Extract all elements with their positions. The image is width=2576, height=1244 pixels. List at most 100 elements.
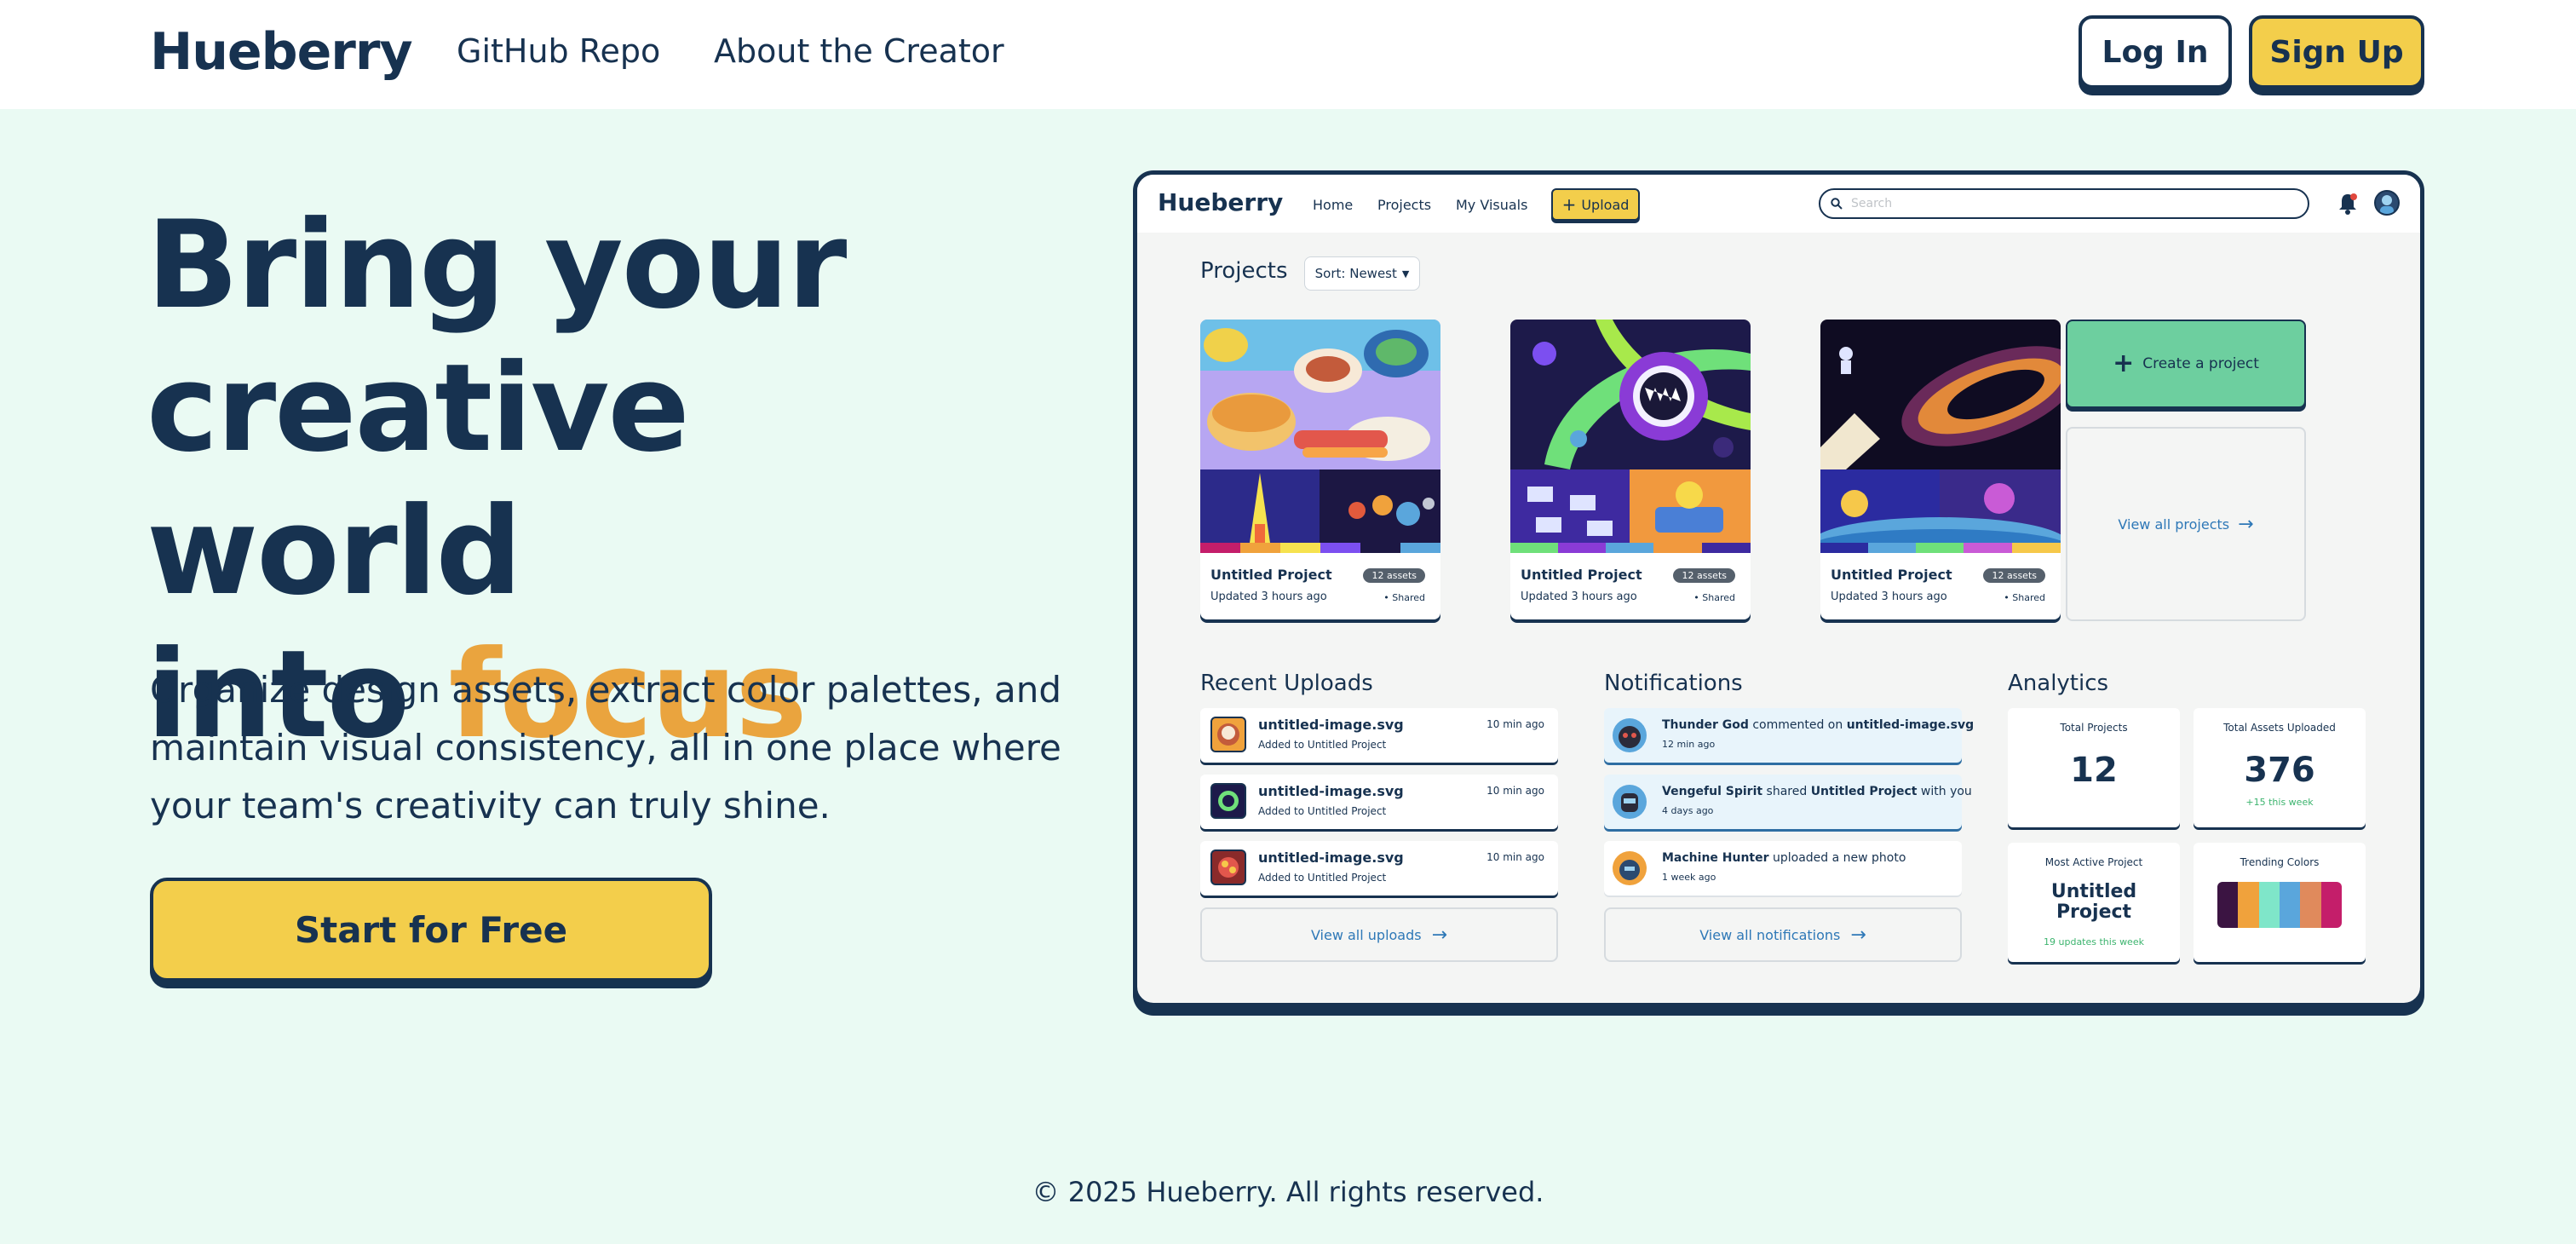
projects-heading: Projects (1200, 258, 1288, 284)
top-navbar: Hueberry GitHub Repo About the Creator L… (0, 0, 2576, 109)
user-avatar (1613, 718, 1647, 752)
shared-status: • Shared (1383, 592, 1425, 603)
upload-item[interactable]: untitled-image.svg Added to Untitled Pro… (1200, 775, 1558, 829)
color-swatch[interactable] (2258, 882, 2280, 928)
notification-suffix: with you (1917, 785, 1972, 798)
stat-value: 12 (2070, 751, 2118, 790)
app-nav-projects[interactable]: Projects (1377, 197, 1431, 213)
notification-item[interactable]: Machine Hunter uploaded a new photo 1 we… (1604, 841, 1962, 896)
trending-color-swatches (2217, 882, 2342, 928)
bell-icon[interactable] (2337, 192, 2359, 216)
project-card[interactable]: Untitled Project Updated 3 hours ago 12 … (1820, 320, 2061, 619)
app-search-input[interactable] (1849, 196, 2279, 211)
view-all-projects-link[interactable]: View all projects → (2066, 427, 2306, 621)
project-updated: Updated 3 hours ago (1521, 590, 1637, 603)
plus-icon: + (2113, 348, 2135, 378)
project-card[interactable]: Untitled Project Updated 3 hours ago 12 … (1200, 320, 1440, 619)
upload-item[interactable]: untitled-image.svg Added to Untitled Pro… (1200, 841, 1558, 896)
color-swatch[interactable] (2217, 882, 2239, 928)
color-swatch[interactable] (2300, 882, 2321, 928)
project-title: Untitled Project (1831, 567, 1952, 583)
project-updated: Updated 3 hours ago (1831, 590, 1947, 603)
stat-value: 376 (2244, 751, 2315, 790)
notification-target: untitled-image.svg (1846, 718, 1975, 732)
color-swatch[interactable] (2279, 882, 2301, 928)
recent-uploads-heading: Recent Uploads (1200, 671, 1373, 696)
notification-time: 1 week ago (1662, 872, 1716, 883)
color-swatch[interactable] (2320, 882, 2342, 928)
stat-card-trending-colors: Trending Colors (2194, 843, 2366, 962)
footer-copyright: © 2025 Hueberry. All rights reserved. (1032, 1176, 1544, 1208)
shared-status: • Shared (2004, 592, 2045, 603)
asset-count-badge: 12 assets (1983, 568, 2045, 583)
upload-filename: untitled-image.svg (1258, 717, 1404, 733)
app-brand[interactable]: Hueberry (1158, 188, 1283, 216)
view-all-notifications-button[interactable]: View all notifications → (1604, 907, 1962, 962)
view-all-uploads-button[interactable]: View all uploads → (1200, 907, 1558, 962)
app-search-box[interactable] (1819, 188, 2309, 219)
arrow-right-icon: → (1850, 924, 1866, 946)
asset-count-badge: 12 assets (1673, 568, 1735, 583)
signup-button[interactable]: Sign Up (2249, 15, 2424, 89)
notification-user: Vengeful Spirit (1662, 785, 1763, 798)
color-swatch[interactable] (2238, 882, 2259, 928)
stat-card-total-assets: Total Assets Uploaded 376 +15 this week (2194, 708, 2366, 827)
upload-thumbnail (1210, 783, 1246, 819)
notification-action: uploaded a new photo (1768, 851, 1906, 865)
view-all-projects-label: View all projects (2118, 515, 2230, 533)
nav-link-about[interactable]: About the Creator (714, 32, 1004, 70)
stat-card-total-projects: Total Projects 12 (2008, 708, 2180, 827)
create-project-label: Create a project (2142, 355, 2259, 372)
upload-time: 10 min ago (1486, 718, 1544, 730)
app-nav-home[interactable]: Home (1313, 197, 1353, 213)
shared-status: • Shared (1693, 592, 1735, 603)
hero-title-line1: Bring your (147, 195, 847, 336)
user-avatar (1613, 851, 1647, 885)
app-nav-visuals[interactable]: My Visuals (1456, 197, 1527, 213)
stat-card-most-active: Most Active Project Untitled Project 19 … (2008, 843, 2180, 962)
upload-time: 10 min ago (1486, 851, 1544, 863)
upload-thumbnail (1210, 849, 1246, 885)
project-title: Untitled Project (1210, 567, 1332, 583)
login-button[interactable]: Log In (2079, 15, 2232, 89)
stat-label: Most Active Project (2044, 856, 2143, 868)
nav-link-github[interactable]: GitHub Repo (457, 32, 660, 70)
notification-item[interactable]: Thunder God commented on untitled-image.… (1604, 708, 1974, 763)
analytics-heading: Analytics (2008, 671, 2109, 696)
upload-item[interactable]: untitled-image.svg Added to Untitled Pro… (1200, 708, 1558, 763)
project-updated: Updated 3 hours ago (1210, 590, 1327, 603)
notification-time: 4 days ago (1662, 805, 1714, 816)
notification-item[interactable]: Vengeful Spirit shared Untitled Project … (1604, 775, 1972, 829)
stat-delta: +15 this week (2245, 797, 2314, 808)
stat-delta: 19 updates this week (2044, 936, 2144, 947)
user-avatar[interactable] (2374, 190, 2400, 216)
most-active-line2: Project (2056, 901, 2132, 923)
brand-logo[interactable]: Hueberry (150, 22, 413, 82)
upload-thumbnail (1210, 717, 1246, 752)
app-upload-button[interactable]: + Upload (1551, 188, 1640, 221)
upload-destination: Added to Untitled Project (1258, 739, 1387, 751)
most-active-project: Untitled Project (2008, 882, 2180, 923)
most-active-line1: Untitled (2050, 881, 2137, 902)
notification-user: Machine Hunter (1662, 851, 1769, 865)
notification-action: shared (1762, 785, 1811, 798)
create-project-button[interactable]: + Create a project (2066, 320, 2306, 408)
arrow-right-icon: → (1431, 924, 1448, 946)
notifications-heading: Notifications (1604, 671, 1743, 696)
upload-destination: Added to Untitled Project (1258, 872, 1387, 884)
upload-filename: untitled-image.svg (1258, 783, 1404, 799)
project-thumbnail-space-creature (1510, 320, 1751, 553)
app-preview: Hueberry Home Projects My Visuals + Uplo… (1133, 170, 2424, 1007)
sort-dropdown[interactable]: Sort: Newest ▼ (1304, 256, 1420, 291)
start-free-button[interactable]: Start for Free (150, 878, 712, 982)
stat-label: Total Projects (2060, 722, 2128, 734)
user-avatar (1613, 785, 1647, 819)
project-card[interactable]: Untitled Project Updated 3 hours ago 12 … (1510, 320, 1751, 619)
caret-down-icon: ▼ (1401, 268, 1410, 279)
upload-destination: Added to Untitled Project (1258, 805, 1387, 817)
notification-time: 12 min ago (1662, 739, 1716, 750)
stat-label: Total Assets Uploaded (2223, 722, 2336, 734)
upload-time: 10 min ago (1486, 785, 1544, 797)
asset-count-badge: 12 assets (1363, 568, 1425, 583)
hero-title-line2: creative world (147, 338, 690, 622)
